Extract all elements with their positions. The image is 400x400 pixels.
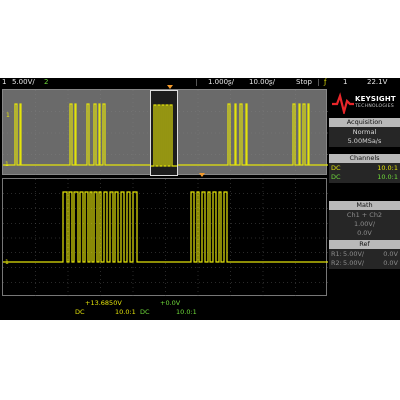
brand-logo: KEYSIGHT TECHNOLOGIES [329,89,400,117]
brand-name: KEYSIGHT [355,95,396,103]
waveform-area[interactable]: 1 1 1 [2,85,328,297]
ch1-offset-marker[interactable]: 1 [5,161,9,168]
oscilloscope-screen: 1 5.00V/ 2 1.000ʂ/ 10.00ʂ/ Stop ƒ 1 22.1… [0,78,400,320]
ch1-probe[interactable]: 10.0:1 [115,308,136,316]
channel-1-row[interactable]: DC 10.0:1 [329,164,400,173]
divider [318,79,319,86]
acquisition-mode: Normal [352,128,377,136]
ref-2-label: R2: [331,259,342,267]
channel-2-coupling: DC [331,173,341,181]
trigger-source[interactable]: 1 [343,78,347,87]
math-offset: 0.0V [357,229,372,237]
channel-2-probe: 10.0:1 [377,173,398,181]
ch2-number[interactable]: 2 [44,78,48,87]
bottom-channel-bar: +13.6850V +0.0V DC 10.0:1 DC 10.0:1 [0,297,329,320]
acquisition-header[interactable]: Acquisition [329,118,400,127]
channel-1-probe: 10.0:1 [377,164,398,172]
right-info-panel: KEYSIGHT TECHNOLOGIES Acquisition Normal… [329,87,400,295]
ch2-offset-value[interactable]: +0.0V [160,299,180,307]
math-scale: 1.00V/ [353,220,376,228]
ch1-offset-value[interactable]: +13.6850V [85,299,122,307]
ch1-zoom-offset-marker[interactable]: 1 [5,259,9,266]
main-timebase[interactable]: 10.00ʂ/ [249,78,275,87]
ch2-coupling[interactable]: DC [140,308,150,316]
ref-1-label: R1: [331,250,342,258]
run-state[interactable]: Stop [296,78,312,87]
trigger-icon: ƒ [324,78,327,86]
zoom-window-trace [151,104,177,167]
ref-panel[interactable]: R1: 5.00V/ 0.0V R2: 5.00V/ 0.0V [329,249,400,269]
ch1-scale[interactable]: 5.00V/ [12,78,35,87]
ch1-number[interactable]: 1 [2,78,6,87]
overview-waveform-panel[interactable]: 1 1 [2,89,328,176]
zoomed-grid [3,179,328,297]
ref-1-offset: 0.0V [383,250,398,258]
channels-header[interactable]: Channels [329,154,400,163]
channel-2-row[interactable]: DC 10.0:1 [329,173,400,182]
acquisition-rate: 5.00MSa/s [347,137,382,145]
ref-2-offset: 0.0V [383,259,398,267]
top-status-bar: 1 5.00V/ 2 1.000ʂ/ 10.00ʂ/ Stop ƒ 1 22.1… [0,78,400,87]
ref-2-row[interactable]: R2: 5.00V/ 0.0V [329,259,400,268]
trigger-position-marker [199,173,205,177]
math-panel[interactable]: Ch1 + Ch2 1.00V/ 0.0V [329,210,400,240]
ref-1-scale: 5.00V/ [343,250,365,258]
channel-1-coupling: DC [331,164,341,172]
ch1-ground-marker[interactable]: 1 [6,112,10,119]
ch2-probe[interactable]: 10.0:1 [176,308,197,316]
brand-subtitle: TECHNOLOGIES [355,104,395,109]
divider [196,79,197,86]
acquisition-panel[interactable]: Normal 5.00MSa/s [329,127,400,147]
zoom-window[interactable] [150,90,178,176]
channels-panel[interactable]: DC 10.0:1 DC 10.0:1 [329,163,400,183]
ref-2-scale: 5.00V/ [343,259,365,267]
keysight-logo-icon [332,92,354,114]
zoom-timebase[interactable]: 1.000ʂ/ [208,78,234,87]
math-function: Ch1 + Ch2 [346,211,383,219]
zoom-trigger-marker [167,85,173,89]
trigger-level[interactable]: 22.1V [367,78,387,87]
zoomed-waveform-panel[interactable]: 1 [2,178,328,297]
math-header[interactable]: Math [329,201,400,210]
ch1-coupling[interactable]: DC [75,308,85,316]
ref-header[interactable]: Ref [329,240,400,249]
ref-1-row[interactable]: R1: 5.00V/ 0.0V [329,250,400,259]
